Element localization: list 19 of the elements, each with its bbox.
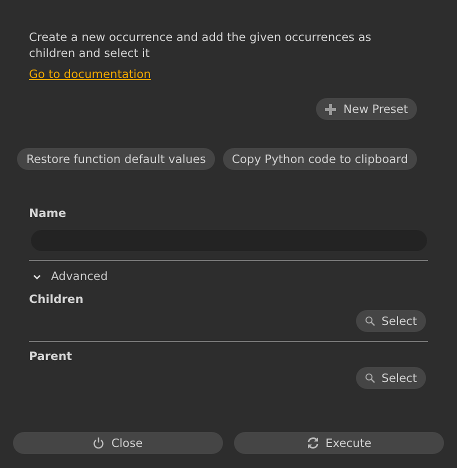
action-button[interactable]: Copy Python code to clipboard <box>222 148 417 170</box>
search-icon <box>364 316 375 326</box>
select-button[interactable]: Select <box>356 310 426 332</box>
description: Create a new occurrence and add the given occurrences as children and select it <box>29 29 372 61</box>
power-icon <box>93 437 104 449</box>
advanced-toggle[interactable]: Advanced <box>33 269 108 284</box>
field-label: Parent <box>29 349 74 363</box>
chevron-down-icon <box>33 272 41 280</box>
select-button[interactable]: Select <box>356 367 426 389</box>
new-preset-button[interactable]: New Preset <box>316 98 417 120</box>
field-label: Name <box>29 206 68 220</box>
close-button[interactable]: Close <box>13 432 223 454</box>
refresh-icon <box>306 437 318 449</box>
field-label: Children <box>29 292 84 306</box>
documentation-link[interactable]: Go to documentation <box>29 67 151 81</box>
execute-button[interactable]: Execute <box>234 432 444 454</box>
action-button[interactable]: Restore function default values <box>17 148 215 170</box>
search-icon <box>364 373 375 383</box>
plus-icon <box>325 104 336 114</box>
